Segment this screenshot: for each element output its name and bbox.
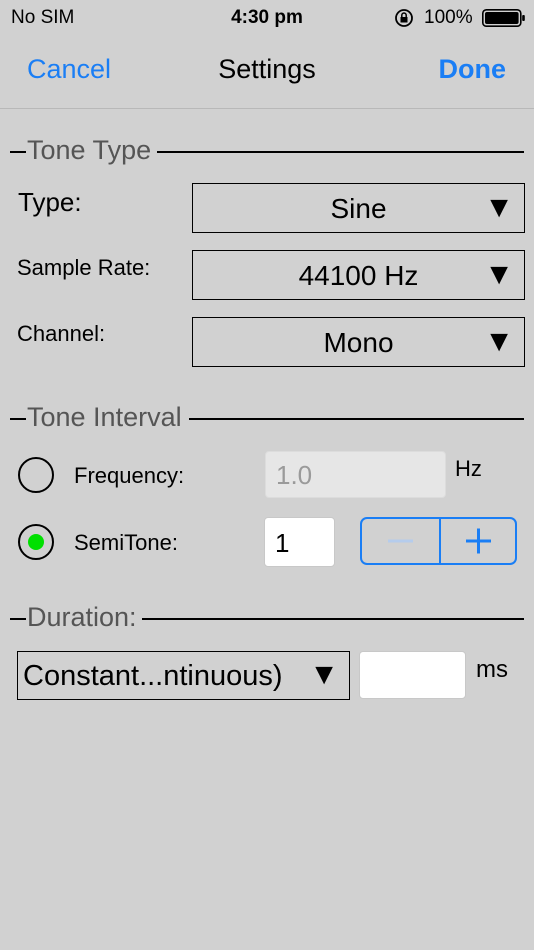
ms-unit-label: ms bbox=[476, 656, 508, 683]
sample-rate-label: Sample Rate: bbox=[17, 255, 151, 280]
plus-icon bbox=[466, 528, 491, 554]
tone-interval-section-header: Tone Interval bbox=[10, 402, 524, 434]
sample-rate-dropdown[interactable]: 44100 Hz ▼ bbox=[192, 250, 525, 300]
divider bbox=[157, 151, 524, 153]
dropdown-arrow-icon: ▼ bbox=[484, 191, 514, 224]
frequency-input[interactable]: 1.0 bbox=[265, 451, 446, 498]
duration-ms-input[interactable] bbox=[359, 651, 466, 699]
duration-mode-value: Constant...ntinuous) bbox=[23, 660, 283, 692]
channel-value: Mono bbox=[323, 327, 394, 358]
dropdown-arrow-icon: ▼ bbox=[484, 258, 514, 291]
semitone-input[interactable]: 1 bbox=[264, 517, 335, 567]
divider bbox=[10, 418, 26, 420]
rotation-lock-icon bbox=[395, 9, 413, 27]
dropdown-arrow-icon: ▼ bbox=[309, 658, 339, 691]
tone-interval-heading: Tone Interval bbox=[26, 402, 183, 433]
duration-heading: Duration: bbox=[26, 602, 138, 633]
divider bbox=[142, 618, 524, 620]
minus-icon bbox=[388, 539, 413, 543]
tone-type-heading: Tone Type bbox=[26, 135, 153, 166]
duration-mode-dropdown[interactable]: Constant...ntinuous) ▼ bbox=[17, 651, 350, 700]
duration-section-header: Duration: bbox=[10, 602, 524, 634]
radio-selected-indicator bbox=[28, 534, 44, 550]
frequency-unit-label: Hz bbox=[455, 456, 482, 481]
frequency-label: Frequency: bbox=[74, 463, 185, 488]
sample-rate-value: 44100 Hz bbox=[298, 260, 419, 291]
done-button[interactable]: Done bbox=[439, 54, 507, 85]
battery-percentage: 100% bbox=[424, 7, 473, 28]
divider bbox=[10, 618, 26, 620]
type-label: Type: bbox=[18, 187, 82, 217]
semitone-label: SemiTone: bbox=[74, 530, 178, 555]
cancel-button[interactable]: Cancel bbox=[27, 54, 111, 85]
divider bbox=[189, 418, 524, 420]
channel-dropdown[interactable]: Mono ▼ bbox=[192, 317, 525, 367]
decrement-button[interactable] bbox=[362, 519, 439, 563]
tone-type-section-header: Tone Type bbox=[10, 135, 524, 167]
type-dropdown[interactable]: Sine ▼ bbox=[192, 183, 525, 233]
frequency-radio[interactable] bbox=[18, 457, 54, 493]
type-value: Sine bbox=[330, 193, 387, 224]
battery-icon bbox=[482, 9, 525, 27]
channel-label: Channel: bbox=[17, 321, 106, 346]
divider bbox=[10, 151, 26, 153]
semitone-stepper[interactable] bbox=[360, 517, 517, 565]
navigation-bar: Settings Cancel Done bbox=[0, 36, 534, 109]
semitone-radio[interactable] bbox=[18, 524, 54, 560]
dropdown-arrow-icon: ▼ bbox=[484, 325, 514, 358]
status-bar: No SIM 4:30 pm 100% bbox=[0, 0, 534, 36]
increment-button[interactable] bbox=[441, 519, 515, 563]
